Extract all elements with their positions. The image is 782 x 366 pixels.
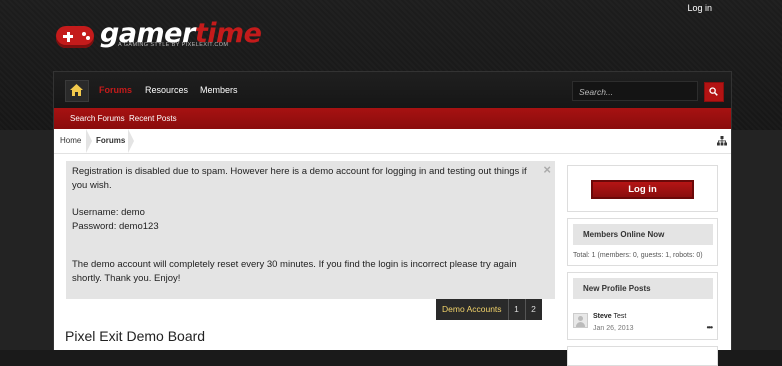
pagination-label: Demo Accounts xyxy=(436,299,508,320)
search-button[interactable] xyxy=(704,82,724,102)
subnav-search-forums[interactable]: Search Forums xyxy=(70,114,125,123)
notice-registration-text: Registration is disabled due to spam. Ho… xyxy=(72,166,527,191)
nav-tab-resources[interactable]: Resources xyxy=(145,85,188,95)
breadcrumb-separator xyxy=(128,129,134,153)
profile-post-date: Jan 26, 2013 xyxy=(593,325,634,332)
sitemap-icon[interactable] xyxy=(717,136,727,146)
profile-posts-title[interactable]: New Profile Posts xyxy=(573,278,713,299)
profile-post-text: Test xyxy=(613,313,627,320)
more-options-icon[interactable]: ••• xyxy=(707,323,713,332)
notice-pagination: Demo Accounts 1 2 xyxy=(436,299,542,320)
main-content: Home Forums Registration is disabled due… xyxy=(53,129,732,366)
search-icon xyxy=(709,87,718,96)
search-input[interactable]: Search... xyxy=(572,81,698,101)
gamepad-button-dot xyxy=(82,32,86,36)
profile-post-user[interactable]: Steve xyxy=(593,313,612,320)
sub-navigation: Search Forums Recent Posts xyxy=(53,108,732,129)
gamepad-button-dot xyxy=(86,36,90,40)
logo-tagline: A GAMING STYLE BY PIXELEXIT.COM xyxy=(118,42,229,48)
board-title: Pixel Exit Demo Board xyxy=(65,328,206,344)
top-login-link[interactable]: Log in xyxy=(687,3,712,13)
members-online-title[interactable]: Members Online Now xyxy=(573,224,713,245)
members-online-block: Members Online Now Total: 1 (members: 0,… xyxy=(567,218,718,266)
notice-username: Username: demo xyxy=(72,207,145,218)
nav-tab-members[interactable]: Members xyxy=(200,85,238,95)
profile-posts-block: New Profile Posts Steve Test Jan 26, 201… xyxy=(567,272,718,340)
avatar[interactable] xyxy=(573,313,588,328)
sidebar-block-partial xyxy=(567,346,718,366)
profile-post-line: Steve Test xyxy=(593,313,626,320)
subnav-recent-posts[interactable]: Recent Posts xyxy=(129,114,177,123)
breadcrumb-forums[interactable]: Forums xyxy=(90,129,131,153)
page-link-2[interactable]: 2 xyxy=(524,299,542,320)
breadcrumb-home[interactable]: Home xyxy=(54,129,87,153)
close-icon[interactable]: × xyxy=(543,163,551,177)
notice-reset-text: The demo account will completely reset e… xyxy=(72,259,517,284)
members-online-summary: Total: 1 (members: 0, guests: 1, robots:… xyxy=(573,252,703,259)
home-button[interactable] xyxy=(65,80,89,102)
login-block: Log in xyxy=(567,165,718,212)
demo-notice: Registration is disabled due to spam. Ho… xyxy=(66,161,555,299)
main-navigation: Forums Resources Members Search... xyxy=(53,71,732,109)
page-link-1[interactable]: 1 xyxy=(507,299,525,320)
nav-tab-forums[interactable]: Forums xyxy=(99,85,132,95)
home-icon xyxy=(70,84,83,96)
login-button[interactable]: Log in xyxy=(591,180,694,199)
breadcrumb: Home Forums xyxy=(54,129,731,154)
notice-password: Password: demo123 xyxy=(72,221,159,232)
